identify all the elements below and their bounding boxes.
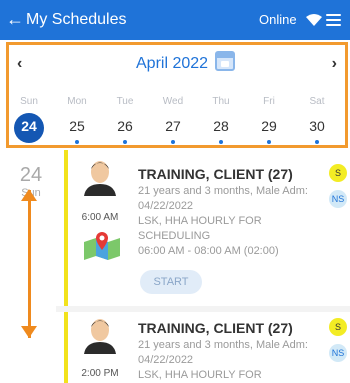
event-dot xyxy=(219,140,223,144)
admission-date: 04/22/2022 xyxy=(138,354,194,366)
event-dot xyxy=(123,140,127,144)
back-arrow-icon[interactable]: ← xyxy=(6,8,24,30)
online-status: Online xyxy=(259,12,297,27)
day-name-mon: Mon xyxy=(67,96,87,107)
day-30[interactable]: 30 xyxy=(297,118,337,134)
day-name-wed: Wed xyxy=(162,96,184,107)
day-26[interactable]: 26 xyxy=(105,118,145,134)
month-label[interactable]: April 2022 xyxy=(136,54,208,74)
week-calendar: ‹ April 2022 › Sun Mon Tue Wed Thu Fri S… xyxy=(6,42,348,148)
day-28[interactable]: 28 xyxy=(201,118,241,134)
arrow-down-icon xyxy=(21,326,37,338)
badge-s: S xyxy=(329,164,347,182)
client-details: 21 years and 3 months, Male Adm: xyxy=(138,185,308,197)
day-name-thu: Thu xyxy=(212,96,230,107)
badge-ns: NS xyxy=(329,190,347,208)
visit-card[interactable]: 2:00 PM TRAINING, CLIENT (27) 21 years a… xyxy=(64,312,350,383)
client-name: TRAINING, CLIENT (27) xyxy=(138,320,293,336)
visit-time-range: 06:00 AM - 08:00 AM (02:00) xyxy=(138,245,279,257)
client-avatar-icon xyxy=(84,319,116,354)
badge-s: S xyxy=(329,318,347,336)
arrow-up-icon xyxy=(21,189,37,201)
day-25[interactable]: 25 xyxy=(57,118,97,134)
event-dot xyxy=(171,140,175,144)
service-line: LSK, HHA HOURLY FOR xyxy=(138,369,262,381)
service-line-2: SCHEDULING xyxy=(138,230,211,242)
app-header: ← My Schedules Online xyxy=(0,0,350,40)
visit-time: 2:00 PM xyxy=(81,368,119,379)
event-dot xyxy=(75,140,79,144)
client-avatar-icon xyxy=(84,161,116,196)
day-name-sat: Sat xyxy=(309,96,325,107)
day-name-sun: Sun xyxy=(20,96,38,107)
wifi-icon xyxy=(306,14,322,26)
hamburger-menu-icon[interactable] xyxy=(326,14,341,26)
day-name-tue: Tue xyxy=(116,96,134,107)
visit-card[interactable]: 6:00 AM TRAINING, CLIENT (27) 21 years a… xyxy=(64,150,350,306)
next-week-button[interactable]: › xyxy=(332,55,337,73)
client-details: 21 years and 3 months, Male Adm: xyxy=(138,339,308,351)
client-name: TRAINING, CLIENT (27) xyxy=(138,166,293,182)
service-line: LSK, HHA HOURLY FOR xyxy=(138,215,262,227)
calendar-icon[interactable] xyxy=(215,51,235,71)
date-day-number: 24 xyxy=(19,164,43,186)
start-visit-button[interactable]: START xyxy=(140,270,202,294)
visit-time: 6:00 AM xyxy=(81,212,119,223)
page-title: My Schedules xyxy=(26,11,127,28)
event-dot xyxy=(315,140,319,144)
badge-ns: NS xyxy=(329,344,347,362)
day-24[interactable]: 24 xyxy=(9,118,49,134)
event-dot xyxy=(267,140,271,144)
admission-date: 04/22/2022 xyxy=(138,200,194,212)
previous-week-button[interactable]: ‹ xyxy=(17,55,22,73)
scroll-annotation-arrow xyxy=(28,190,31,338)
day-27[interactable]: 27 xyxy=(153,118,193,134)
day-29[interactable]: 29 xyxy=(249,118,289,134)
day-name-fri: Fri xyxy=(263,96,275,107)
map-location-icon[interactable] xyxy=(82,230,122,260)
